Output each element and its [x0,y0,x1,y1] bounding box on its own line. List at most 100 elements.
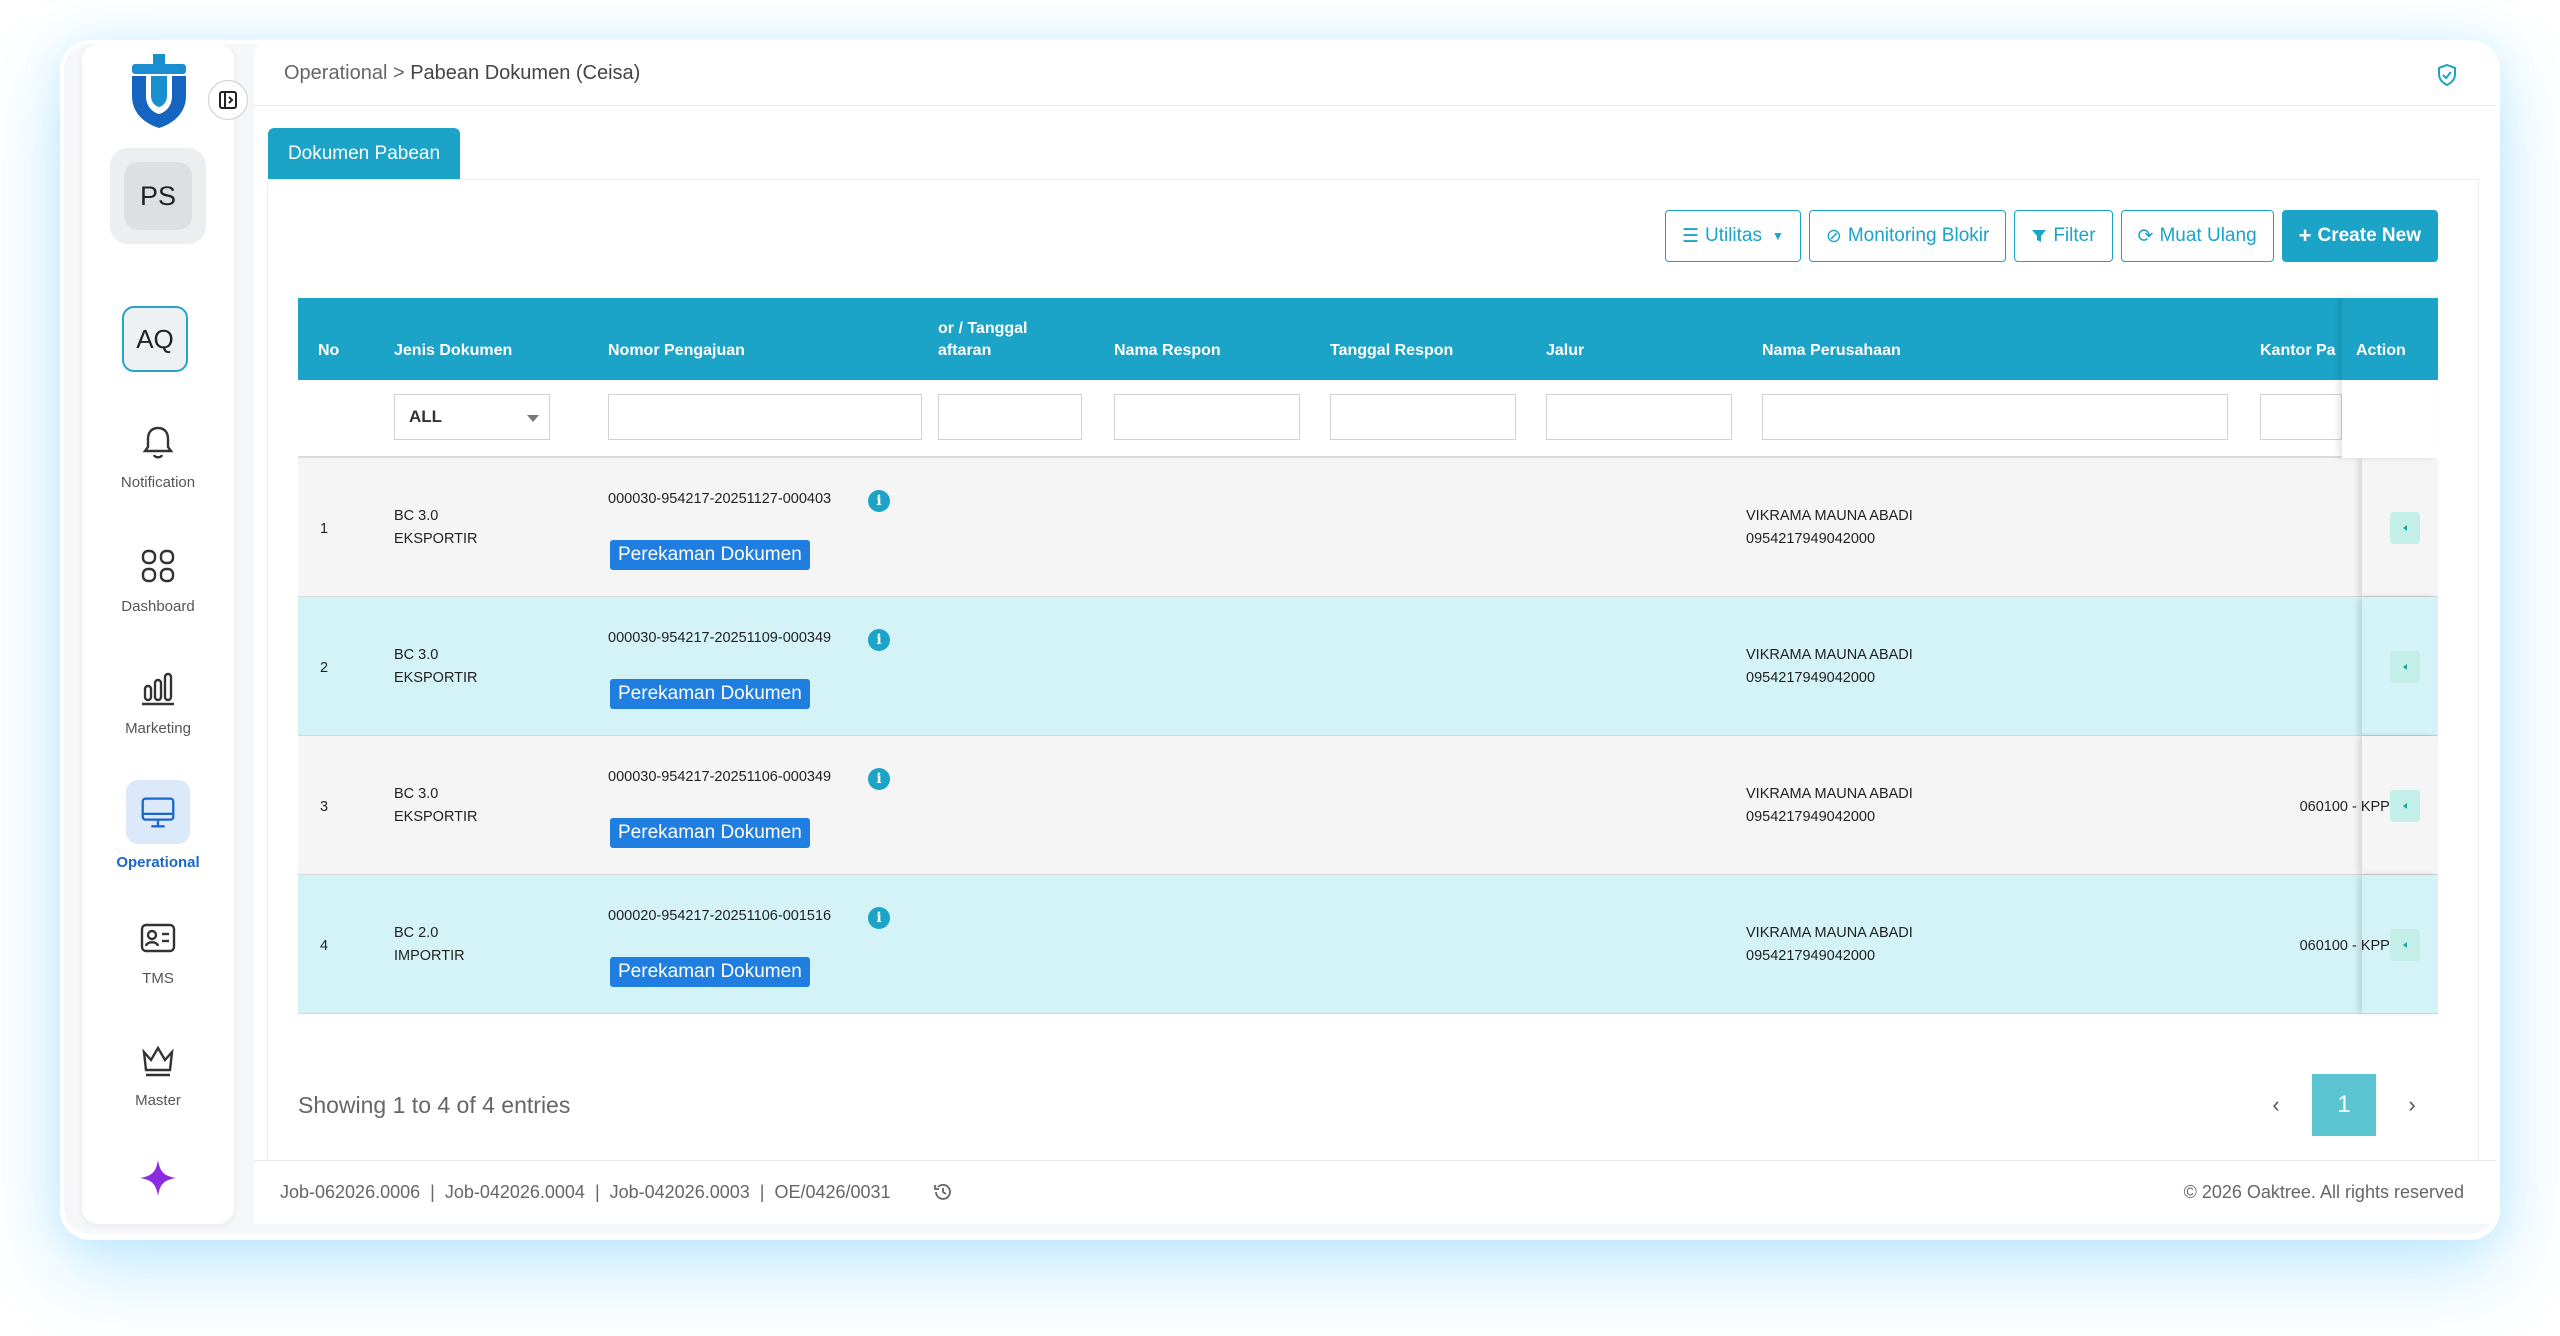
jenis-type: BC 2.0 [394,925,439,941]
reload-button[interactable]: ⟳ Muat Ulang [2120,210,2274,262]
app-window: PS AQ Notification Dashboard Marketing O… [64,44,2496,1234]
page-button-1[interactable]: 1 [2312,1074,2376,1136]
breadcrumb: Operational > Pabean Dokumen (Ceisa) [284,62,640,85]
filter-row: ALL [298,380,2438,458]
user-avatar[interactable]: PS [110,148,206,244]
caret-left-icon [2403,664,2407,670]
recent-job-link[interactable]: Job-042026.0004 [445,1182,585,1202]
company-npwp: 0954217949042000 [1746,948,1876,964]
row-action-button[interactable] [2390,790,2420,822]
main-content: Operational > Pabean Dokumen (Ceisa) Dok… [254,44,2496,1224]
filter-label: Filter [2053,225,2096,246]
row-action-button[interactable] [2390,929,2420,961]
monitoring-blokir-button[interactable]: ⊘ Monitoring Blokir [1808,210,2007,262]
status-badge: Perekaman Dokumen [610,957,810,987]
col-header-daftar-line1: or / Tanggal [938,320,1028,337]
sidebar-toggle-button[interactable] [208,80,248,120]
tanggal-respon-filter-input[interactable] [1330,394,1516,440]
prev-page-button[interactable]: ‹ [2250,1092,2302,1118]
filter-button[interactable]: Filter [2014,210,2113,262]
action-column-header: Action [2342,298,2438,458]
col-header-nama-respon[interactable]: Nama Respon [1114,340,1221,362]
ban-icon: ⊘ [1825,225,1842,247]
col-header-kantor[interactable]: Kantor Pa [2260,340,2342,362]
company-name: VIKRAMA MAUNA ABADI [1746,508,1913,524]
nomor-filter-input[interactable] [608,394,922,440]
pagination: ‹ 1 › [2250,1074,2438,1136]
status-badge: Perekaman Dokumen [610,818,810,848]
row-nomor: 000030-954217-20251106-000349 [608,769,832,785]
table-header: No Jenis Dokumen Nomor Pengajuan or / Ta… [298,298,2438,380]
next-page-button[interactable]: › [2386,1092,2438,1118]
company-name: VIKRAMA MAUNA ABADI [1746,786,1913,802]
reload-label: Muat Ulang [2159,225,2257,246]
row-jenis: BC 3.0 EKSPORTIR [394,783,478,829]
sidebar-item-notification[interactable]: Notification [82,420,234,491]
breadcrumb-parent[interactable]: Operational [284,62,387,84]
refresh-icon: ⟳ [2137,225,2154,247]
sidebar-item-label: TMS [142,970,174,987]
row-nomor: 000020-954217-20251106-001516 [608,908,832,924]
row-action-button[interactable] [2390,512,2420,544]
recent-job-link[interactable]: Job-042026.0003 [610,1182,750,1202]
utilitas-dropdown-button[interactable]: ☰ Utilitas ▼ [1664,210,1801,262]
sparkle-icon[interactable] [138,1158,178,1198]
recent-jobs: Job-062026.0006 | Job-042026.0004 | Job-0420… [280,1182,891,1203]
company-avatar[interactable]: AQ [122,306,188,372]
info-icon[interactable]: i [868,768,890,790]
col-header-tanggal-respon[interactable]: Tanggal Respon [1330,340,1453,362]
sidebar-item-label: Dashboard [121,598,195,615]
jenis-role: EKSPORTIR [394,531,478,547]
col-header-nomor[interactable]: Nomor Pengajuan [608,340,745,362]
info-icon[interactable]: i [868,490,890,512]
col-header-perusahaan[interactable]: Nama Perusahaan [1762,340,1901,362]
shield-check-icon[interactable] [2434,62,2460,88]
job-separator: | [759,1182,765,1202]
perusahaan-filter-input[interactable] [1762,394,2228,440]
nama-respon-filter-input[interactable] [1114,394,1300,440]
row-no: 2 [320,660,329,676]
sidebar-item-master[interactable]: Master [82,1038,234,1109]
col-header-jalur[interactable]: Jalur [1546,340,1584,362]
id-card-icon [140,923,176,953]
tab-dokumen-pabean[interactable]: Dokumen Pabean [268,128,460,180]
row-action-button[interactable] [2390,651,2420,683]
recent-job-link[interactable]: Job-062026.0006 [280,1182,420,1202]
row-action-cell [2362,597,2438,735]
company-npwp: 0954217949042000 [1746,809,1876,825]
row-perusahaan: VIKRAMA MAUNA ABADI 0954217949042000 [1746,644,1913,690]
jalur-filter-input[interactable] [1546,394,1732,440]
sidebar: PS AQ Notification Dashboard Marketing O… [82,44,234,1224]
documents-table: No Jenis Dokumen Nomor Pengajuan or / Ta… [298,298,2438,1018]
job-separator: | [594,1182,600,1202]
recent-job-link[interactable]: OE/0426/0031 [774,1182,890,1202]
sidebar-item-marketing[interactable]: Marketing [82,666,234,737]
app-logo [132,54,186,128]
daftar-filter-input[interactable] [938,394,1082,440]
job-separator: | [430,1182,435,1202]
active-indicator [126,780,190,844]
sidebar-item-operational[interactable]: Operational [82,780,234,871]
col-header-daftar[interactable]: or / Tanggal aftaran [938,318,1038,362]
filter-icon [2032,230,2047,242]
jenis-filter-select[interactable]: ALL [394,394,550,440]
breadcrumb-current: Pabean Dokumen (Ceisa) [410,62,641,84]
info-icon[interactable]: i [868,907,890,929]
col-header-no[interactable]: No [318,340,339,362]
row-perusahaan: VIKRAMA MAUNA ABADI 0954217949042000 [1746,922,1913,968]
footer: Job-062026.0006 | Job-042026.0004 | Job-0420… [254,1160,2496,1224]
content-panel: ☰ Utilitas ▼ ⊘ Monitoring Blokir Filter … [268,180,2478,1160]
kantor-filter-input[interactable] [2260,394,2342,440]
info-icon[interactable]: i [868,629,890,651]
company-name: VIKRAMA MAUNA ABADI [1746,925,1913,941]
jenis-role: EKSPORTIR [394,670,478,686]
create-new-button[interactable]: + Create New [2281,210,2438,262]
col-header-jenis[interactable]: Jenis Dokumen [394,340,512,362]
sidebar-item-dashboard[interactable]: Dashboard [82,544,234,615]
history-icon[interactable] [932,1181,954,1203]
sidebar-item-label: Operational [116,854,200,871]
row-jenis: BC 3.0 EKSPORTIR [394,505,478,551]
sidebar-item-tms[interactable]: TMS [82,916,234,987]
status-badge: Perekaman Dokumen [610,679,810,709]
row-action-cell [2362,875,2438,1013]
